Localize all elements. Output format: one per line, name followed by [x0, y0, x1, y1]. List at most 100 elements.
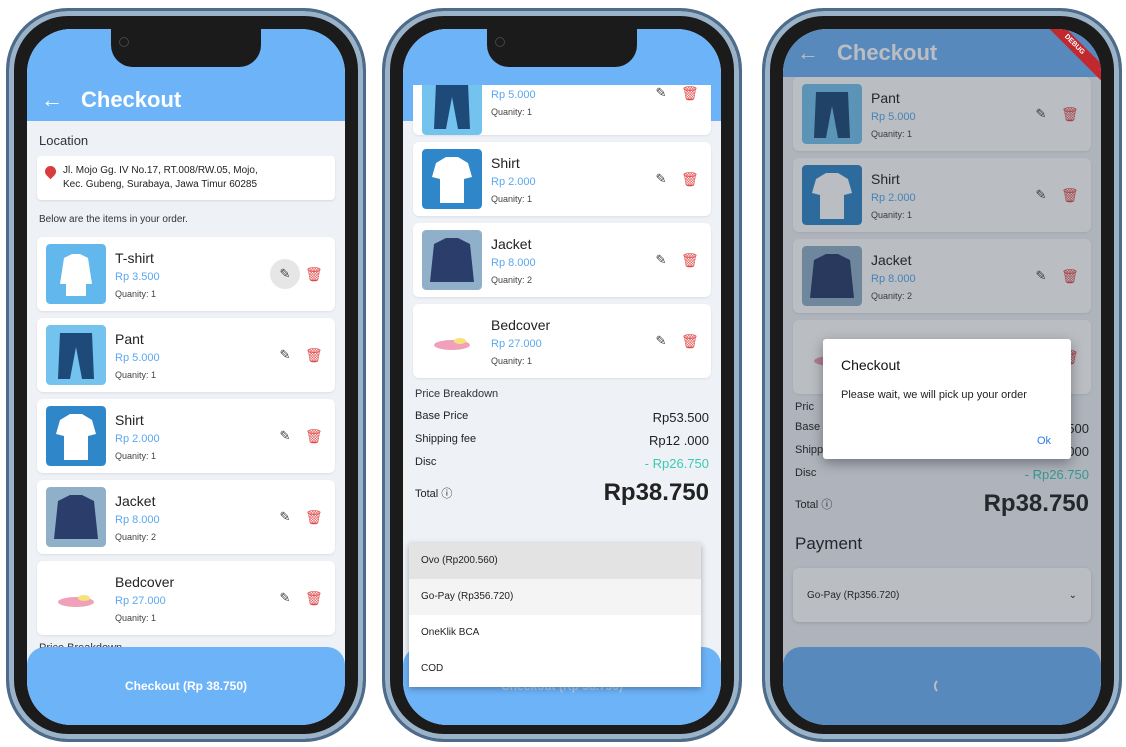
edit-icon[interactable]: ✎: [651, 85, 671, 103]
delete-icon[interactable]: 🗑: [681, 331, 699, 351]
item-name: Bedcover: [115, 574, 175, 590]
delete-icon[interactable]: 🗑: [305, 264, 323, 284]
phone-frame-3: DEBUG ← Checkout Pant Rp 5.000 Quanity: …: [762, 8, 1122, 742]
item-price: Rp 27.000: [491, 338, 542, 350]
checkout-button[interactable]: Checkout (Rp 38.750): [27, 647, 345, 725]
page-title: Checkout: [81, 87, 182, 112]
item-name: Shirt: [115, 412, 144, 428]
item-name: T-shirt: [115, 250, 154, 266]
payment-option-oneklik[interactable]: OneKlik BCA: [409, 615, 701, 651]
phone-frame-1: ← Checkout Location Jl. Mojo Gg. IV No.1…: [6, 8, 366, 742]
main-content: Location Jl. Mojo Gg. IV No.17, RT.008/R…: [27, 121, 345, 725]
camera-icon: [495, 37, 505, 47]
shipping-fee-label: Shipping fee: [415, 433, 477, 445]
item-price: Rp 2.000: [115, 433, 160, 445]
list-item: Bedcover Rp 27.000 Quanity: 1 ✎ 🗑: [37, 561, 335, 635]
list-item: Pant Rp 5.000 Quanity: 1 ✎ 🗑: [37, 318, 335, 392]
item-name: Jacket: [491, 236, 532, 252]
phone-frame-2: ← Checkout Rp 5.000 Quanity: 1 ✎ 🗑 Shirt…: [382, 8, 742, 742]
total-value: Rp38.750: [603, 479, 709, 506]
delete-icon[interactable]: 🗑: [305, 426, 323, 446]
camera-icon: [119, 37, 129, 47]
checkout-dialog: Checkout Please wait, we will pick up yo…: [823, 339, 1071, 459]
delete-icon[interactable]: 🗑: [681, 169, 699, 189]
edit-icon[interactable]: ✎: [651, 331, 671, 351]
item-price: Rp 8.000: [491, 257, 536, 269]
items-note: Below are the items in your order.: [39, 214, 188, 225]
total-row: Total ⓘ Rp38.750: [415, 479, 709, 507]
item-name: Pant: [115, 331, 144, 347]
discount-row: Disc - Rp26.750: [415, 456, 709, 471]
pant-image: [46, 325, 106, 385]
list-item: T-shirt Rp 3.500 Quanity: 1 ✎ 🗑: [37, 237, 335, 311]
item-quantity: Quanity: 1: [115, 370, 157, 380]
discount-value: - Rp26.750: [644, 456, 709, 471]
notch: [111, 29, 261, 67]
discount-label: Disc: [415, 456, 437, 468]
screen-1: ← Checkout Location Jl. Mojo Gg. IV No.1…: [27, 29, 345, 725]
item-price: Rp 5.000: [491, 89, 536, 101]
info-icon[interactable]: ⓘ: [441, 488, 452, 500]
delete-icon[interactable]: 🗑: [305, 507, 323, 527]
bedcover-image: [422, 311, 482, 371]
shirt-image: [46, 406, 106, 466]
list-item: Rp 5.000 Quanity: 1 ✎ 🗑: [413, 85, 711, 135]
payment-dropdown-menu: Ovo (Rp200.560) Go-Pay (Rp356.720) OneKl…: [409, 543, 701, 687]
item-quantity: Quanity: 1: [491, 194, 533, 204]
item-price: Rp 8.000: [115, 514, 160, 526]
item-quantity: Quanity: 2: [491, 275, 533, 285]
item-name: Shirt: [491, 155, 520, 171]
edit-icon[interactable]: ✎: [275, 345, 295, 365]
payment-option-ovo[interactable]: Ovo (Rp200.560): [409, 543, 701, 579]
list-item: Shirt Rp 2.000 Quanity: 1 ✎ 🗑: [37, 399, 335, 473]
screen-2: ← Checkout Rp 5.000 Quanity: 1 ✎ 🗑 Shirt…: [403, 29, 721, 725]
list-item: Shirt Rp 2.000 Quanity: 1 ✎ 🗑: [413, 142, 711, 216]
base-price-label: Base Price: [415, 410, 469, 422]
edit-icon[interactable]: ✎: [270, 259, 300, 289]
item-price: Rp 27.000: [115, 595, 166, 607]
delete-icon[interactable]: 🗑: [305, 588, 323, 608]
pant-image: [422, 85, 482, 135]
item-quantity: Quanity: 1: [491, 356, 533, 366]
price-breakdown: Price Breakdown Base Price Rp53.500 Ship…: [413, 388, 711, 507]
item-price: Rp 5.000: [115, 352, 160, 364]
item-name: Jacket: [115, 493, 156, 509]
screen-3: DEBUG ← Checkout Pant Rp 5.000 Quanity: …: [783, 29, 1101, 725]
address-card[interactable]: Jl. Mojo Gg. IV No.17, RT.008/RW.05, Moj…: [37, 156, 335, 200]
price-breakdown-title: Price Breakdown: [415, 388, 499, 400]
base-price-row: Base Price Rp53.500: [415, 410, 709, 425]
base-price-value: Rp53.500: [652, 410, 709, 425]
arrow-back-icon[interactable]: ←: [41, 87, 81, 113]
edit-icon[interactable]: ✎: [275, 588, 295, 608]
item-price: Rp 2.000: [491, 176, 536, 188]
location-pin-icon: [42, 163, 59, 180]
edit-icon[interactable]: ✎: [651, 250, 671, 270]
edit-icon[interactable]: ✎: [275, 507, 295, 527]
edit-icon[interactable]: ✎: [275, 426, 295, 446]
payment-option-gopay[interactable]: Go-Pay (Rp356.720): [409, 579, 701, 615]
total-label: Total: [415, 488, 439, 500]
dialog-ok-button[interactable]: Ok: [1037, 435, 1051, 447]
delete-icon[interactable]: 🗑: [681, 250, 699, 270]
payment-option-cod[interactable]: COD: [409, 651, 701, 687]
delete-icon[interactable]: 🗑: [305, 345, 323, 365]
list-item: Jacket Rp 8.000 Quanity: 2 ✎ 🗑: [413, 223, 711, 297]
item-quantity: Quanity: 1: [491, 107, 533, 117]
edit-icon[interactable]: ✎: [651, 169, 671, 189]
item-quantity: Quanity: 1: [115, 613, 157, 623]
address-line-2: Kec. Gubeng, Surabaya, Jawa Timur 60285: [63, 179, 258, 190]
jacket-image: [46, 487, 106, 547]
shirt-image: [422, 149, 482, 209]
notch: [487, 29, 637, 67]
item-name: Bedcover: [491, 317, 551, 333]
shipping-fee-row: Shipping fee Rp12 .000: [415, 433, 709, 448]
jacket-image: [422, 230, 482, 290]
bedcover-image: [46, 568, 106, 628]
address-line-1: Jl. Mojo Gg. IV No.17, RT.008/RW.05, Moj…: [63, 165, 258, 176]
list-item: Bedcover Rp 27.000 Quanity: 1 ✎ 🗑: [413, 304, 711, 378]
item-quantity: Quanity: 2: [115, 532, 157, 542]
delete-icon[interactable]: 🗑: [681, 85, 699, 103]
item-quantity: Quanity: 1: [115, 289, 157, 299]
dialog-message: Please wait, we will pick up your order: [841, 389, 1027, 401]
dialog-title: Checkout: [841, 357, 901, 373]
